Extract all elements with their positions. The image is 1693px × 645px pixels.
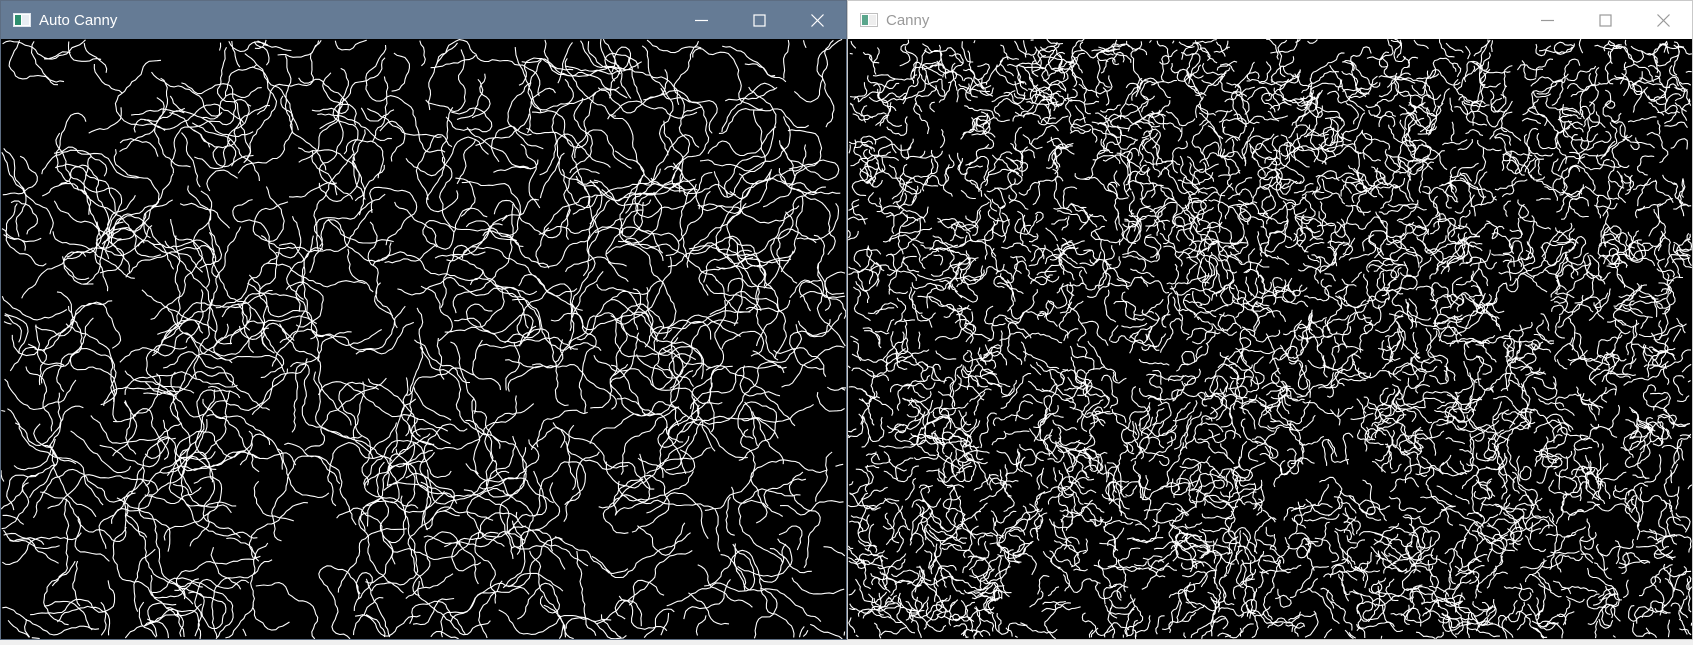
auto-canny-window: Auto Canny (0, 0, 847, 640)
maximize-icon (752, 13, 766, 27)
caption-buttons (672, 1, 846, 39)
maximize-button[interactable] (730, 1, 788, 39)
minimize-button[interactable] (1518, 1, 1576, 39)
image-canvas[interactable] (1, 39, 846, 639)
minimize-icon (1540, 19, 1554, 21)
image-canvas[interactable] (848, 39, 1692, 639)
edge-map (848, 39, 1692, 639)
edge-lines (1, 39, 846, 639)
window-title: Canny (886, 11, 930, 29)
maximize-button[interactable] (1576, 1, 1634, 39)
window-title: Auto Canny (39, 11, 118, 29)
app-icon (860, 13, 878, 27)
maximize-icon (1598, 13, 1612, 27)
minimize-icon (694, 19, 708, 21)
title-bar[interactable]: Auto Canny (1, 1, 846, 39)
close-icon (810, 13, 824, 27)
edge-map (1, 39, 846, 639)
close-button[interactable] (788, 1, 846, 39)
close-button[interactable] (1634, 1, 1692, 39)
app-icon (13, 13, 31, 27)
edge-lines (848, 39, 1692, 639)
caption-buttons (1518, 1, 1692, 39)
close-icon (1656, 13, 1670, 27)
canny-window: Canny (847, 0, 1693, 640)
minimize-button[interactable] (672, 1, 730, 39)
title-bar[interactable]: Canny (848, 1, 1692, 39)
